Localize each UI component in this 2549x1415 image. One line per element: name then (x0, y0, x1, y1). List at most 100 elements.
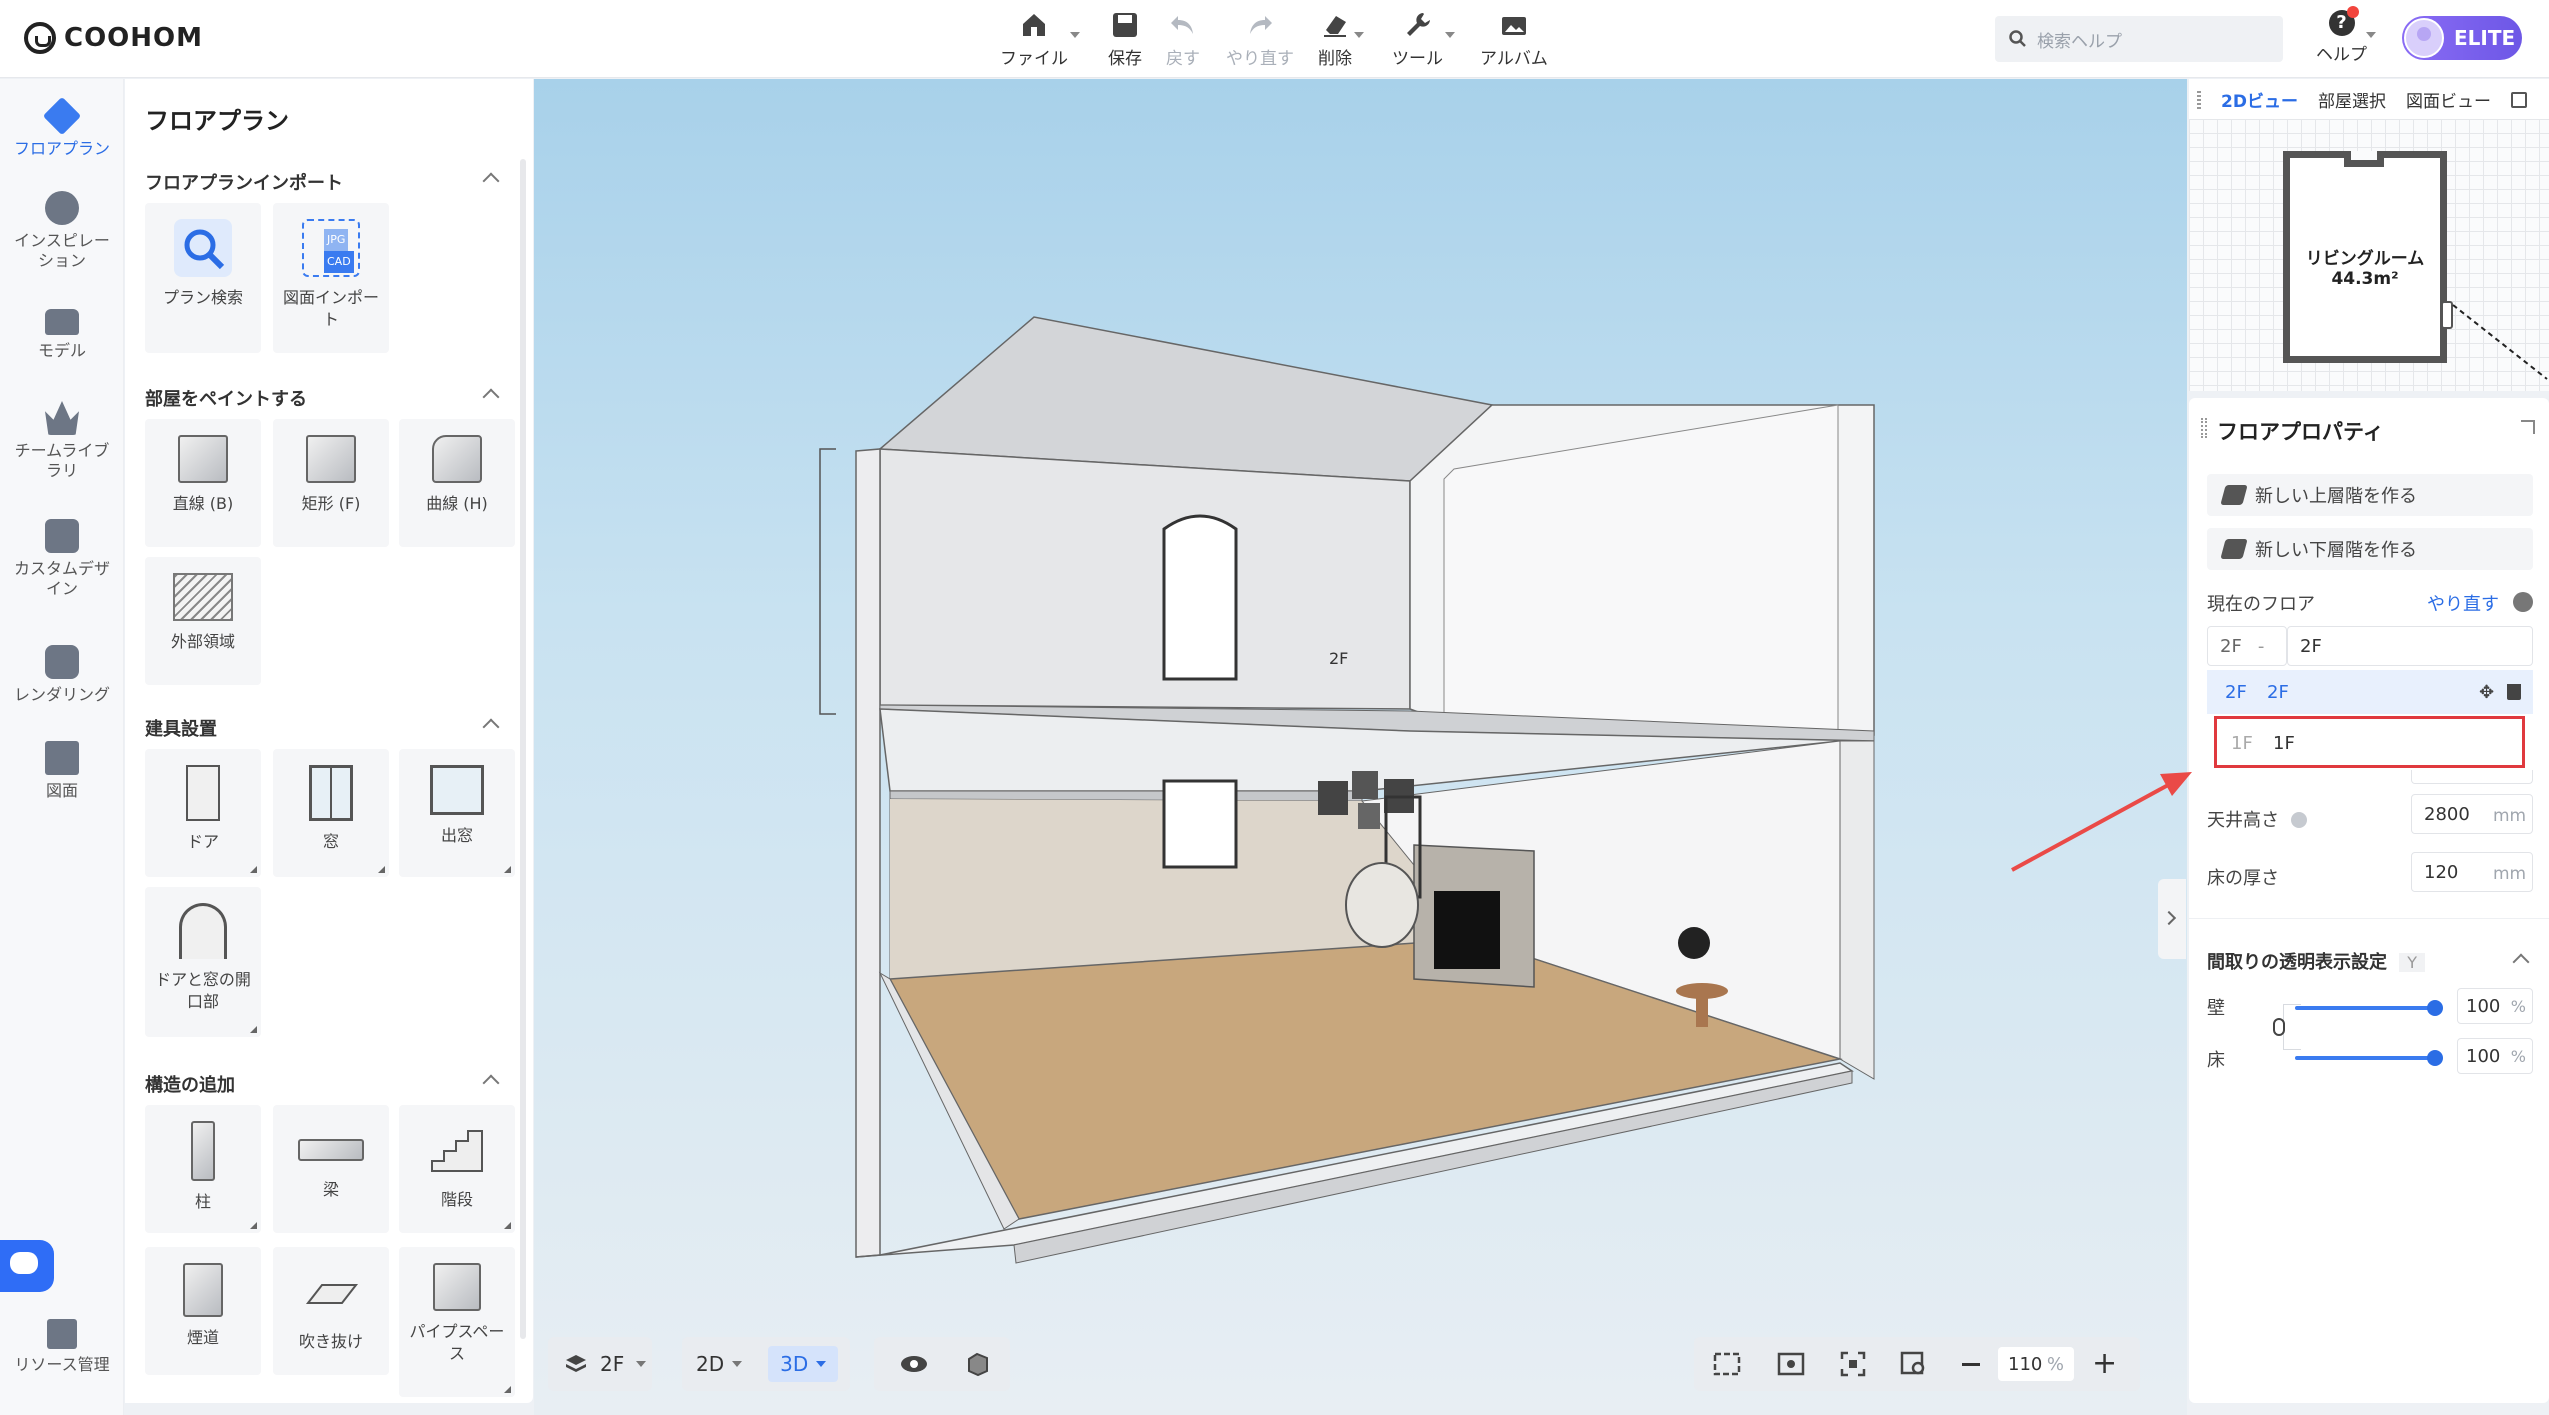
tile-bay-window[interactable]: 出窓 (399, 749, 515, 877)
straight-wall-icon (178, 435, 228, 483)
wall-opacity-slider[interactable] (2295, 1000, 2443, 1016)
tile-opening[interactable]: ドアと窓の開口部 (145, 887, 261, 1037)
floor-thickness-label: 床の厚さ (2207, 868, 2279, 889)
transparency-title-text: 間取りの透明表示設定 (2207, 952, 2387, 973)
help-label: ヘルプ (2316, 45, 2367, 65)
tile-beam[interactable]: 梁 (273, 1105, 389, 1233)
brand-name: COOHOM (64, 23, 204, 53)
collapse-right-panel-button[interactable] (2158, 879, 2186, 959)
room-name: リビングルーム (2305, 249, 2425, 269)
floor-name-input[interactable]: 2F (2287, 626, 2533, 666)
tile-outer-area[interactable]: 外部領域 (145, 557, 261, 685)
view-settings-icon[interactable] (1776, 1351, 1806, 1377)
link-icon[interactable] (2273, 1018, 2285, 1036)
tab-room-select[interactable]: 部屋選択 (2318, 87, 2386, 112)
chevron-down-icon (732, 1361, 743, 1367)
tile-flue[interactable]: 煙道 (145, 1247, 261, 1375)
undo-button[interactable]: 戻す (1166, 10, 1200, 69)
focus-icon[interactable] (1840, 1351, 1866, 1377)
drag-handle-icon[interactable] (2197, 90, 2201, 109)
rail-item-rendering[interactable]: レンダリング (0, 645, 124, 705)
outer-area-icon (173, 573, 233, 621)
floor-option-1f[interactable]: 1F 1F (2214, 716, 2525, 768)
info-icon[interactable] (2290, 812, 2307, 828)
floor-code-select[interactable]: 2F - (2207, 626, 2287, 666)
chevron-up-icon[interactable] (2512, 953, 2530, 971)
popout-icon[interactable] (2510, 91, 2527, 108)
floor-option-2f[interactable]: 2F 2F ✥ (2207, 670, 2533, 714)
redo-link[interactable]: やり直す (2427, 590, 2499, 616)
floor-option-code: 2F (2225, 682, 2247, 703)
tab-2d-view[interactable]: 2Dビュー (2221, 87, 2298, 112)
rail-item-resources[interactable]: リソース管理 (0, 1319, 124, 1375)
3d-canvas[interactable]: 2F 2F 2D 3D 110 % + (534, 79, 2187, 1415)
floorplan-panel: フロアプラン フロアプランインポート プラン検索 JPG CAD 図面インポート… (125, 79, 533, 1403)
tile-void[interactable]: 吹き抜け (273, 1247, 389, 1375)
floor-selector-value: 2F (600, 1352, 625, 1376)
brand-logo[interactable]: COOHOM (24, 20, 203, 56)
section-import-header[interactable]: フロアプランインポート (145, 169, 505, 195)
move-icon[interactable]: ✥ (2479, 682, 2494, 703)
file-menu-button[interactable]: ファイル (1000, 10, 1080, 69)
trash-icon[interactable] (2507, 684, 2521, 700)
tile-pipe-space[interactable]: パイプスペース (399, 1247, 515, 1397)
add-upper-floor-button[interactable]: 新しい上層階を作る (2207, 474, 2533, 516)
tools-menu-button[interactable]: ツール (1392, 10, 1455, 69)
clock-icon[interactable] (2513, 592, 2533, 612)
tile-rectangle[interactable]: 矩形 (F) (273, 419, 389, 547)
expand-corner-icon (378, 866, 385, 873)
chat-support-button[interactable] (0, 1240, 54, 1292)
zoom-window-icon[interactable] (1900, 1350, 1928, 1378)
tile-window[interactable]: 窓 (273, 749, 389, 877)
zoom-out-button[interactable] (1962, 1362, 1980, 1366)
rail-item-model[interactable]: モデル (0, 309, 124, 361)
tile-door[interactable]: ドア (145, 749, 261, 877)
help-button[interactable]: ? ヘルプ (2316, 6, 2367, 65)
fit-view-icon[interactable] (1712, 1351, 1742, 1377)
tile-straight-wall[interactable]: 直線 (B) (145, 419, 261, 547)
coohom-logo-icon (24, 22, 56, 54)
tab-drawing-view[interactable]: 図面ビュー (2406, 87, 2491, 112)
tile-stairs[interactable]: 階段 (399, 1105, 515, 1233)
redo-button[interactable]: やり直す (1226, 10, 1294, 69)
eye-icon[interactable] (900, 1354, 928, 1374)
wall-opacity-input[interactable]: 100 % (2457, 988, 2533, 1024)
room-label: リビングルーム 44.3m² (2283, 249, 2447, 289)
view-2d-button[interactable]: 2D (696, 1352, 724, 1376)
floor-opacity-input[interactable]: 100 % (2457, 1038, 2533, 1074)
chevron-down-icon (1445, 32, 1455, 38)
cube-view-icon[interactable] (964, 1351, 990, 1377)
tile-drawing-import[interactable]: JPG CAD 図面インポート (273, 203, 389, 353)
tile-label: 吹き抜け (298, 1332, 363, 1351)
floor-selector[interactable]: 2F (548, 1337, 652, 1391)
section-paint-header[interactable]: 部屋をペイントする (145, 385, 505, 411)
curve-wall-icon (432, 435, 482, 483)
zoom-group: 110 % + (1962, 1347, 2117, 1381)
expand-corner-icon (504, 1222, 511, 1229)
tile-curve[interactable]: 曲線 (H) (399, 419, 515, 547)
delete-button[interactable]: 削除 (1318, 10, 1364, 69)
tile-plan-search[interactable]: プラン検索 (145, 203, 261, 353)
drag-handle-icon[interactable] (2201, 418, 2207, 438)
add-lower-floor-button[interactable]: 新しい下層階を作る (2207, 528, 2533, 570)
rail-item-team-library[interactable]: チームライブラリ (0, 401, 124, 481)
view-3d-button[interactable]: 3D (768, 1346, 839, 1382)
rail-item-drawing[interactable]: 図面 (0, 741, 124, 801)
rail-item-inspiration[interactable]: インスピレーション (0, 191, 124, 271)
rail-item-custom-design[interactable]: カスタムデザイン (0, 519, 124, 599)
pipe-space-icon (433, 1263, 481, 1311)
floor-opacity-slider[interactable] (2295, 1050, 2443, 1066)
delete-label: 削除 (1318, 49, 1352, 69)
expand-icon[interactable] (2521, 420, 2535, 434)
section-fixtures-header[interactable]: 建具設置 (145, 715, 505, 741)
account-elite-badge[interactable]: ELITE (2402, 16, 2522, 60)
panel-scrollbar[interactable] (520, 159, 526, 1339)
tile-column[interactable]: 柱 (145, 1105, 261, 1233)
rail-item-floorplan[interactable]: フロアプラン (0, 96, 124, 159)
album-button[interactable]: アルバム (1480, 10, 1548, 69)
section-structure-header[interactable]: 構造の追加 (145, 1071, 505, 1097)
zoom-in-button[interactable]: + (2092, 1349, 2117, 1379)
help-search-input[interactable]: 検索ヘルプ (1995, 16, 2283, 62)
save-button[interactable]: 保存 (1108, 10, 1142, 69)
zoom-input[interactable]: 110 % (1998, 1347, 2074, 1381)
